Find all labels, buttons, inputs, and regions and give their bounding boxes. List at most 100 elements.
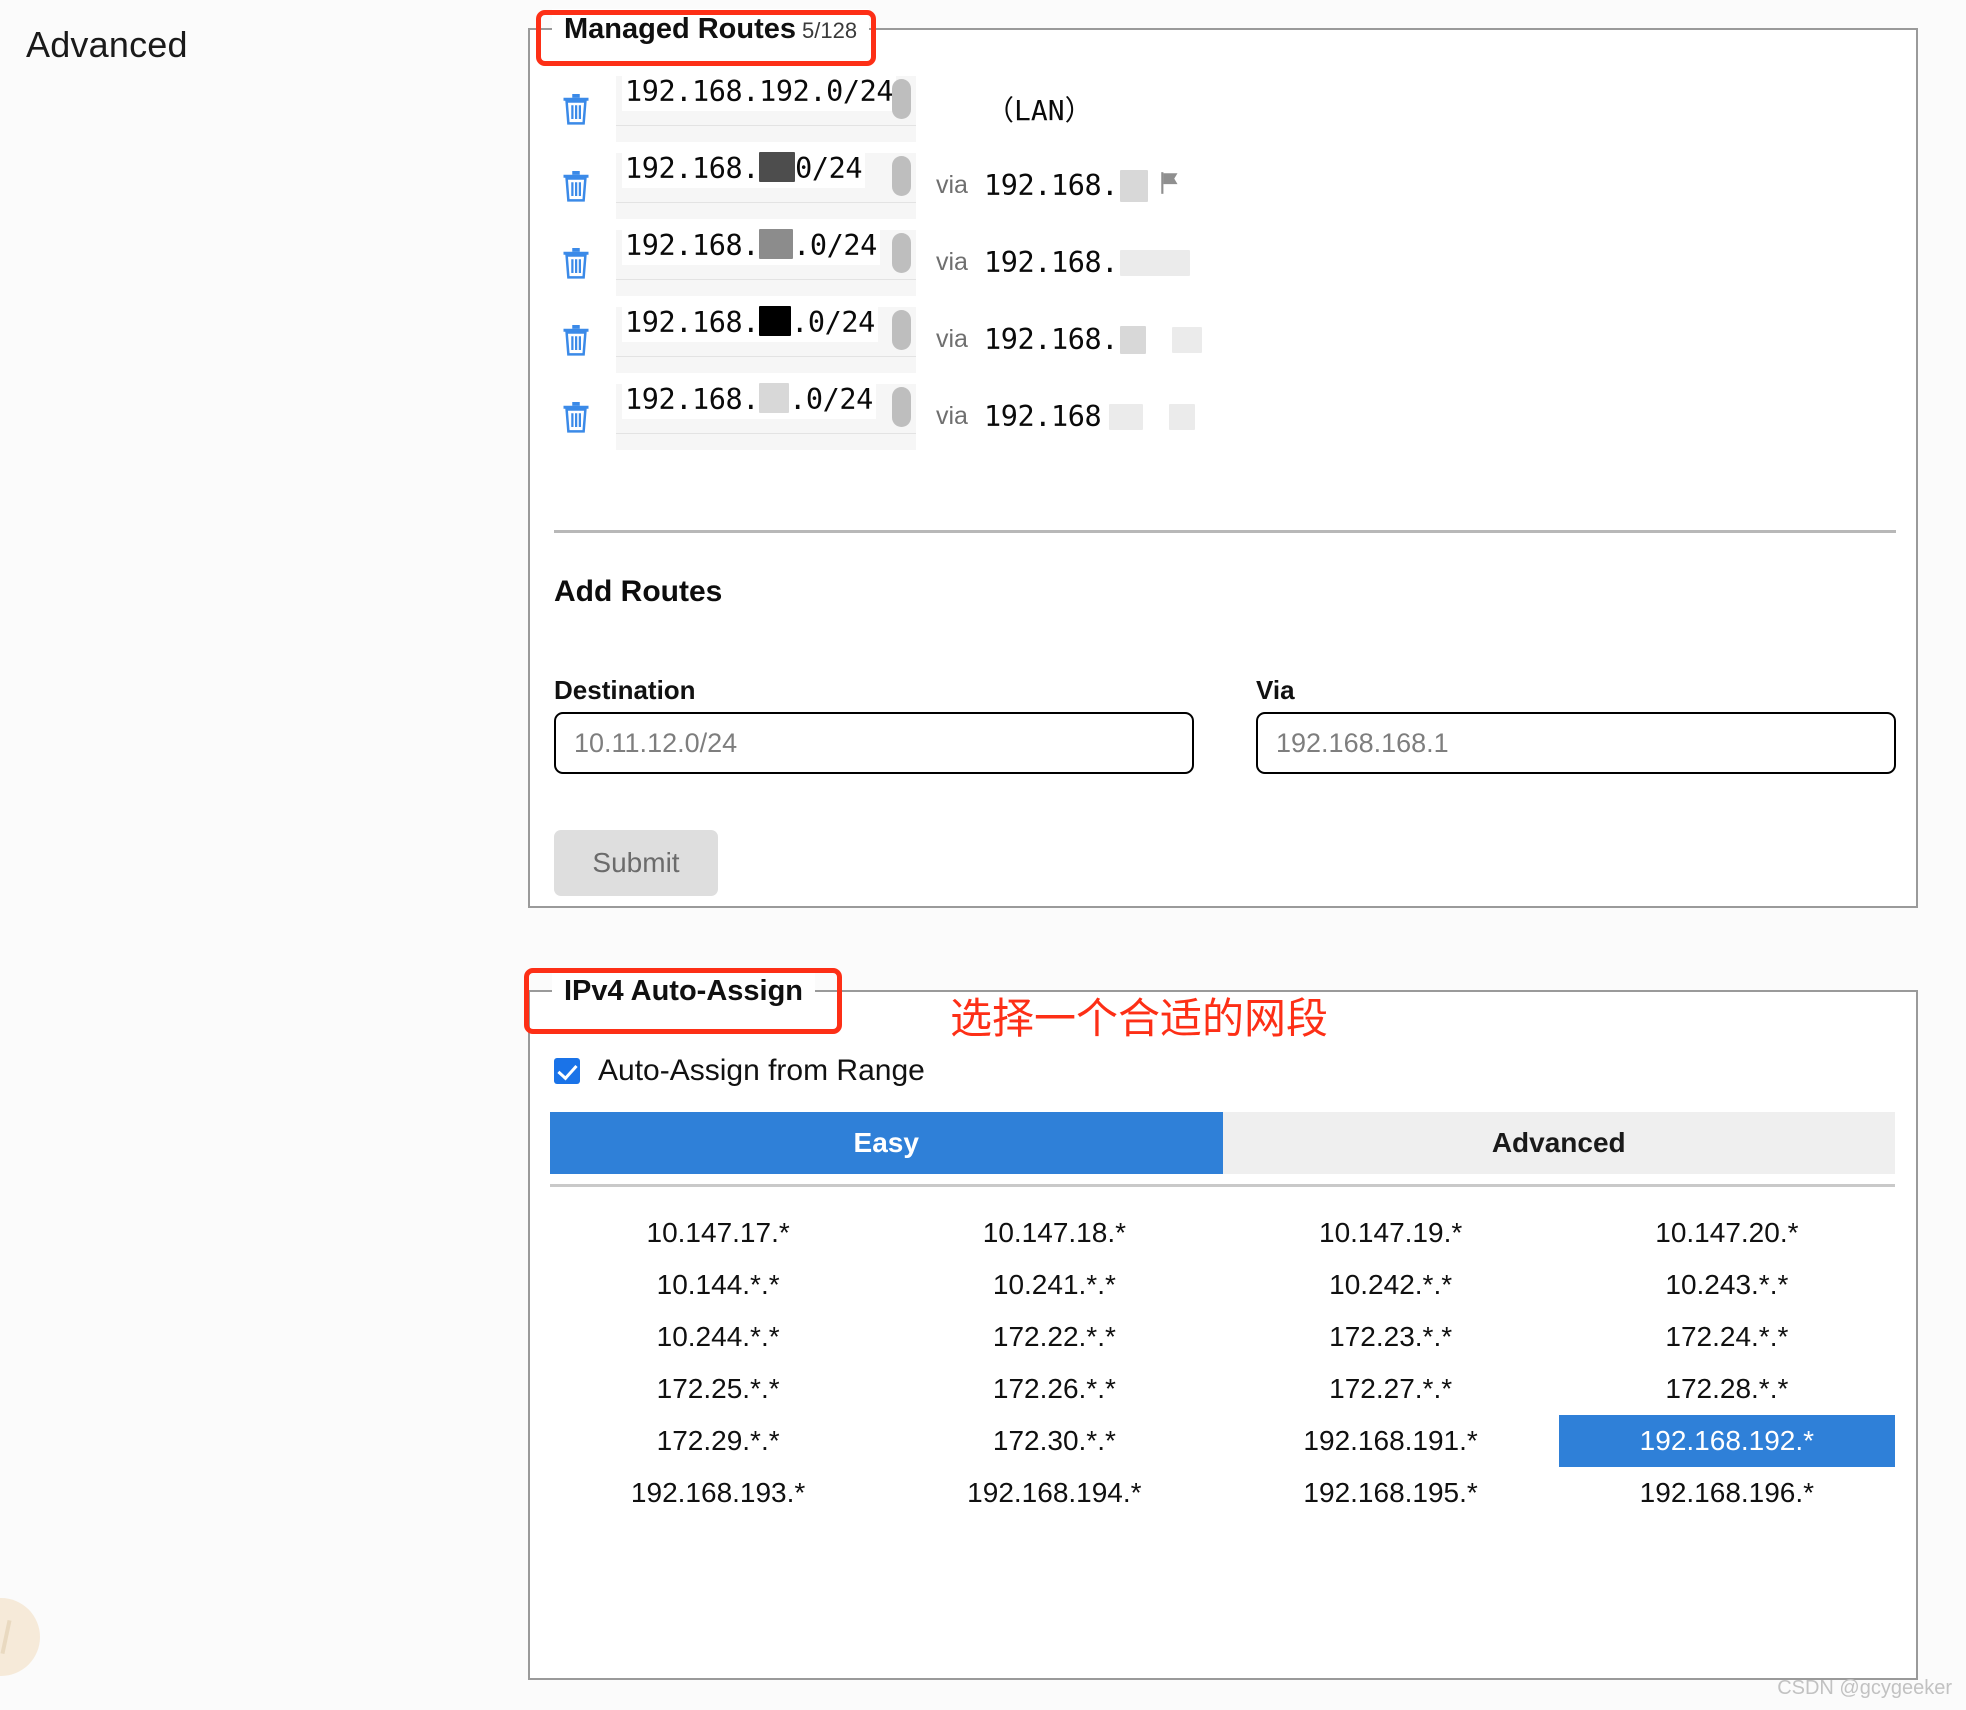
ip-range-option[interactable]: 172.28.*.*	[1559, 1363, 1895, 1415]
auto-assign-from-range-row[interactable]: Auto-Assign from Range	[554, 1054, 925, 1088]
trash-icon-glyph	[563, 247, 589, 279]
tab-advanced[interactable]: Advanced	[1222, 1112, 1895, 1174]
managed-routes-legend: Managed Routes 5/128	[552, 9, 870, 51]
destination-input[interactable]	[554, 712, 1194, 774]
delete-route-icon[interactable]	[554, 323, 598, 357]
ip-range-option[interactable]: 192.168.194.*	[886, 1467, 1222, 1519]
route-row: 192.168. .0/24 via 192.168.	[554, 301, 1884, 378]
route-via-value: 192.168.	[984, 169, 1149, 202]
auto-assign-checkbox[interactable]	[554, 1058, 580, 1084]
route-flag-icon	[1158, 170, 1184, 201]
ip-range-option[interactable]: 172.27.*.*	[1223, 1363, 1559, 1415]
redaction-mask	[759, 151, 796, 182]
ip-range-option[interactable]: 10.244.*.*	[550, 1311, 886, 1363]
delete-route-icon[interactable]	[554, 92, 598, 126]
ip-range-option[interactable]: 192.168.191.*	[1223, 1415, 1559, 1467]
page-section-title: Advanced	[26, 24, 188, 65]
route-via-label: via	[936, 325, 968, 353]
destination-label: Destination	[554, 675, 696, 705]
managed-routes-title: Managed Routes	[564, 13, 797, 45]
ipv4-auto-assign-legend: IPv4 Auto-Assign	[552, 971, 816, 1011]
route-lan-tag: （LAN）	[986, 93, 1093, 127]
ipv4-mode-tabs: Easy Advanced	[550, 1112, 1895, 1174]
route-via-label: via	[936, 402, 968, 430]
route-via-value: 192.168	[984, 400, 1196, 433]
route-row: 192.168. 0/24 via 192.168.	[554, 147, 1884, 224]
delete-route-icon[interactable]	[554, 246, 598, 280]
via-input[interactable]	[1256, 712, 1896, 774]
ip-range-option[interactable]: 172.25.*.*	[550, 1363, 886, 1415]
ip-range-option[interactable]: 172.26.*.*	[886, 1363, 1222, 1415]
delete-route-icon[interactable]	[554, 400, 598, 434]
ip-range-option[interactable]: 172.22.*.*	[886, 1311, 1222, 1363]
route-destination-handle[interactable]	[892, 232, 911, 273]
ip-range-option[interactable]: 10.147.18.*	[886, 1207, 1222, 1259]
route-destination-field[interactable]: 192.168. 0/24	[616, 150, 916, 219]
tabs-underline	[550, 1184, 1895, 1187]
ip-range-option[interactable]: 172.24.*.*	[1559, 1311, 1895, 1363]
ip-range-option[interactable]: 10.147.19.*	[1223, 1207, 1559, 1259]
route-destination-field[interactable]: 192.168. .0/24	[616, 304, 916, 373]
redaction-mask	[1120, 169, 1149, 202]
route-destination-text: 192.168. 0/24	[622, 150, 866, 188]
route-via-value: 192.168.	[984, 323, 1203, 356]
annotation-text-chinese: 选择一个合适的网段	[950, 994, 1329, 1043]
ip-range-option[interactable]: 10.242.*.*	[1223, 1259, 1559, 1311]
route-via-label: via	[936, 171, 968, 199]
watermark: CSDN @gcygeeker	[1777, 1677, 1952, 1699]
ip-range-option[interactable]: 10.241.*.*	[886, 1259, 1222, 1311]
trash-icon-glyph	[563, 324, 589, 356]
advanced-settings-page: Advanced Managed Routes 5/128 192.168.192…	[0, 0, 1966, 1710]
route-destination-handle[interactable]	[892, 309, 911, 350]
via-label: Via	[1256, 675, 1295, 705]
route-destination-text: 192.168. .0/24	[622, 304, 878, 342]
route-destination-handle[interactable]	[892, 155, 911, 196]
managed-routes-list: 192.168.192.0/24 （LAN） 192.168. 0/24 via 192.…	[554, 70, 1884, 455]
ip-range-option[interactable]: 172.23.*.*	[1223, 1311, 1559, 1363]
ip-range-option[interactable]: 10.144.*.*	[550, 1259, 886, 1311]
route-via-value: 192.168.	[984, 246, 1191, 279]
redaction-mask	[759, 228, 794, 259]
route-destination-box-shadow	[616, 356, 916, 373]
redaction-mask	[1169, 403, 1196, 430]
ip-range-option[interactable]: 10.147.17.*	[550, 1207, 886, 1259]
route-destination-box-shadow	[616, 125, 916, 142]
trash-icon-glyph	[563, 401, 589, 433]
route-row: 192.168. .0/24 via 192.168.	[554, 224, 1884, 301]
ipv4-auto-assign-panel: IPv4 Auto-Assign Auto-Assign from Range …	[528, 971, 1918, 1680]
route-destination-field[interactable]: 192.168.192.0/24	[616, 73, 916, 142]
submit-button[interactable]: Submit	[554, 830, 718, 896]
ip-range-option[interactable]: 10.147.20.*	[1559, 1207, 1895, 1259]
redaction-mask	[1172, 326, 1203, 353]
route-row: 192.168. .0/24 via 192.168	[554, 378, 1884, 455]
route-destination-text: 192.168. .0/24	[622, 227, 880, 265]
redaction-mask	[759, 305, 792, 336]
route-destination-box-shadow	[616, 433, 916, 450]
trash-icon-glyph	[563, 170, 589, 202]
redaction-mask	[1120, 249, 1191, 276]
delete-route-icon[interactable]	[554, 169, 598, 203]
ip-range-grid: 10.147.17.* 10.147.18.* 10.147.19.* 10.147.…	[550, 1207, 1895, 1519]
flag-icon-glyph	[1161, 172, 1178, 194]
managed-routes-panel: Managed Routes 5/128 192.168.192.0/24 （LAN…	[528, 9, 1918, 908]
route-destination-field[interactable]: 192.168. .0/24	[616, 381, 916, 450]
ip-range-option[interactable]: 192.168.193.*	[550, 1467, 886, 1519]
ip-range-option[interactable]: 192.168.195.*	[1223, 1467, 1559, 1519]
decorative-corner-blob	[0, 1598, 40, 1676]
tab-easy[interactable]: Easy	[550, 1112, 1223, 1174]
ip-range-option[interactable]: 192.168.192.*	[1558, 1415, 1895, 1467]
route-destination-box-shadow	[616, 279, 916, 296]
route-destination-text: 192.168.192.0/24	[622, 73, 897, 111]
route-destination-field[interactable]: 192.168. .0/24	[616, 227, 916, 296]
route-destination-handle[interactable]	[892, 386, 911, 427]
route-via-label: via	[936, 248, 968, 276]
ip-range-option[interactable]: 10.243.*.*	[1559, 1259, 1895, 1311]
ip-range-option[interactable]: 192.168.196.*	[1559, 1467, 1895, 1519]
ip-range-option[interactable]: 172.30.*.*	[886, 1415, 1222, 1467]
ip-range-option[interactable]: 172.29.*.*	[550, 1415, 886, 1467]
redaction-mask	[1120, 325, 1147, 354]
ipv4-auto-assign-title: IPv4 Auto-Assign	[564, 975, 804, 1007]
trash-icon-glyph	[563, 93, 589, 125]
route-destination-handle[interactable]	[892, 78, 911, 119]
section-divider	[554, 530, 1896, 533]
